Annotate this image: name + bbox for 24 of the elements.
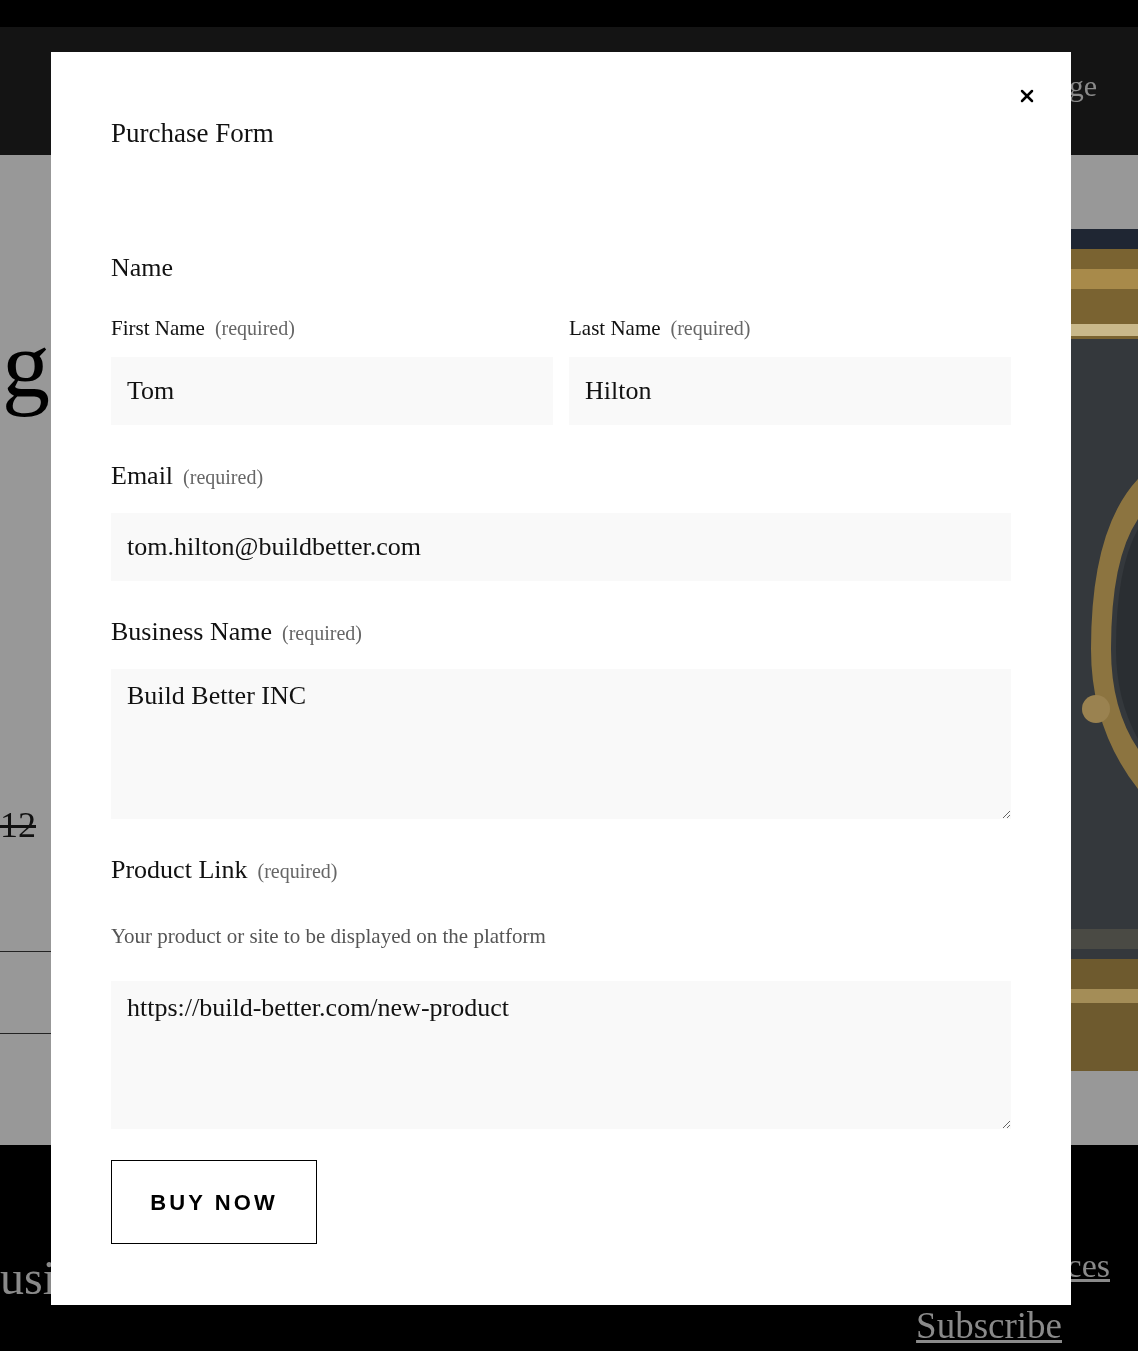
field-label: First Name	[111, 315, 205, 341]
required-note: (required)	[183, 465, 264, 490]
text-area[interactable]: Build Better INC	[111, 669, 1011, 819]
field-description: Your product or site to be displayed on the platform	[111, 923, 547, 949]
text-area[interactable]: https://build-better.com/new-product	[111, 981, 1011, 1129]
input-field[interactable]: Tom	[111, 357, 553, 425]
input-field[interactable]: tom.hilton@buildbetter.com	[111, 513, 1011, 581]
required-note: (required)	[257, 859, 338, 884]
field-label: Product Link	[111, 855, 248, 885]
price-text: 12	[0, 805, 36, 845]
buy-now-button[interactable]: BUY NOW	[111, 1160, 317, 1244]
input-field[interactable]: Hilton	[569, 357, 1011, 425]
field-label: Last Name	[569, 315, 661, 341]
footer-text: usi	[0, 1252, 56, 1304]
subscribe-link[interactable]: Subscribe	[916, 1306, 1062, 1346]
required-note: (required)	[282, 621, 362, 646]
dialog-title: Purchase Form	[111, 117, 275, 150]
field-label: Business Name	[111, 617, 273, 647]
nav-text: ge	[1068, 69, 1097, 103]
field-label: Name	[111, 253, 175, 283]
required-note: (required)	[670, 316, 751, 341]
required-note: (required)	[214, 316, 295, 341]
heading-text: g	[2, 315, 50, 415]
field-label: Email	[111, 461, 174, 491]
